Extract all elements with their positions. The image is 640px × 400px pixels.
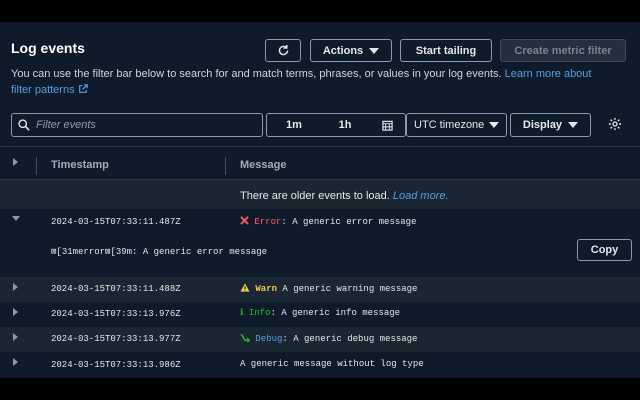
time-range-selector: 1m 1h — [266, 113, 406, 137]
level-info: Info — [248, 308, 271, 318]
message-text: A generic error message — [286, 217, 417, 227]
row-message: Debug: A generic debug message — [240, 333, 417, 344]
message-text: A generic debug message — [287, 334, 418, 344]
search-icon — [18, 119, 30, 131]
row-timestamp: 2024-03-15T07:33:11.487Z — [51, 217, 181, 227]
search-input[interactable] — [36, 119, 256, 131]
display-label: Display — [522, 119, 563, 131]
description: You can use the filter bar below to sear… — [11, 66, 611, 98]
start-tailing-button[interactable]: Start tailing — [400, 39, 492, 62]
timestamp-column-header[interactable]: Timestamp — [51, 159, 109, 171]
filter-events-search[interactable] — [11, 113, 263, 137]
row-timestamp: 2024-03-15T07:33:13.977Z — [51, 334, 181, 344]
error-x-icon — [240, 216, 249, 225]
actions-label: Actions — [322, 44, 364, 57]
custom-range-button[interactable] — [369, 114, 405, 136]
expand-row-icon[interactable] — [13, 283, 18, 291]
caret-down-icon — [489, 122, 499, 128]
copy-button[interactable]: Copy — [577, 239, 632, 261]
caret-down-icon — [568, 122, 579, 128]
expand-row-icon[interactable] — [13, 358, 18, 366]
row-message: ℹ Info: A generic info message — [240, 308, 400, 318]
actions-button[interactable]: Actions — [310, 39, 392, 62]
load-more-link[interactable]: Load more. — [393, 190, 449, 202]
calendar-icon — [381, 120, 393, 131]
timezone-value: UTC timezone — [414, 119, 485, 131]
row-message: A generic message without log type — [240, 359, 424, 369]
older-events-notice: There are older events to load. Load mor… — [240, 190, 449, 202]
column-separator — [225, 157, 226, 175]
page-title: Log events — [11, 40, 85, 56]
range-1h-button[interactable]: 1h — [321, 114, 369, 136]
refresh-icon — [278, 44, 288, 56]
top-band — [0, 0, 640, 22]
range-1m-button[interactable]: 1m — [267, 114, 321, 136]
expand-row-icon[interactable] — [13, 308, 18, 316]
info-icon: ℹ — [240, 308, 244, 318]
message-column-header[interactable]: Message — [240, 159, 286, 171]
expanded-raw-message: ⊠[31merror⊠[39m: A generic error message — [51, 247, 268, 257]
row-message: Warn A generic warning message — [240, 283, 417, 294]
message-text: A generic info message — [275, 308, 401, 318]
collapse-row-icon[interactable] — [12, 216, 20, 221]
header-divider — [0, 146, 640, 147]
gear-icon[interactable] — [608, 117, 622, 131]
message-text: A generic warning message — [277, 284, 418, 294]
row-timestamp: 2024-03-15T07:33:11.488Z — [51, 284, 181, 294]
external-link-icon — [78, 84, 88, 93]
display-button[interactable]: Display — [510, 113, 591, 137]
older-events-text: There are older events to load. — [240, 190, 390, 202]
expand-row-icon[interactable] — [13, 333, 18, 341]
create-metric-filter-label: Create metric filter — [514, 44, 612, 57]
warning-icon — [240, 283, 250, 292]
debug-icon — [240, 333, 251, 344]
row-timestamp: 2024-03-15T07:33:13.986Z — [51, 360, 181, 370]
caret-down-icon — [369, 47, 380, 54]
start-tailing-label: Start tailing — [415, 44, 477, 57]
expand-all-icon[interactable] — [13, 158, 18, 166]
timezone-select[interactable]: UTC timezone — [406, 113, 507, 137]
column-separator — [36, 157, 37, 175]
refresh-button[interactable] — [265, 39, 301, 62]
level-error: Error — [254, 217, 282, 227]
row-message: Error: A generic error message — [240, 216, 416, 227]
row-timestamp: 2024-03-15T07:33:13.976Z — [51, 309, 181, 319]
bottom-band — [0, 378, 640, 400]
level-warn: Warn — [255, 284, 278, 294]
description-text: You can use the filter bar below to sear… — [11, 68, 502, 80]
level-debug: Debug — [255, 334, 283, 344]
create-metric-filter-button[interactable]: Create metric filter — [500, 39, 626, 62]
